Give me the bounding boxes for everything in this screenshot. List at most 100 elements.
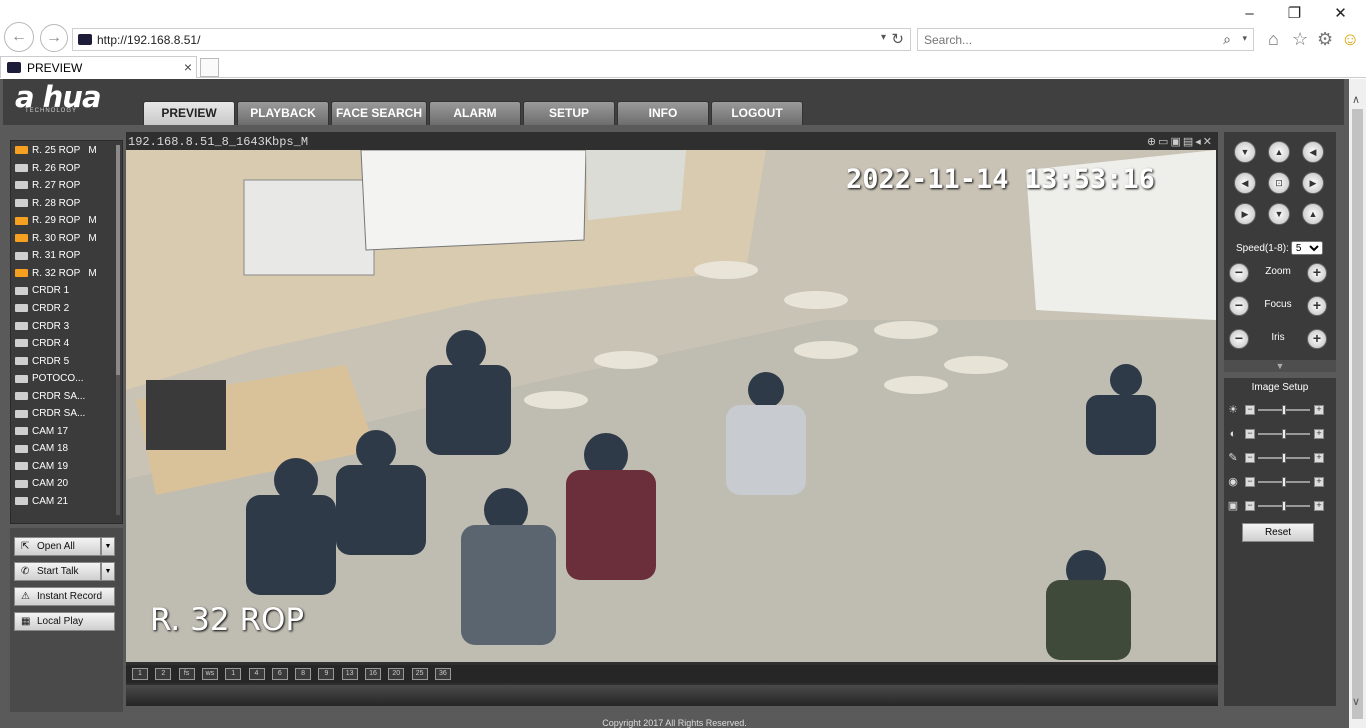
layout-button[interactable]: 36 <box>434 668 451 680</box>
chevron-down-icon[interactable]: ▾ <box>1242 33 1247 44</box>
hue-slider[interactable]: ◉ − + <box>1224 476 1336 490</box>
camera-item[interactable]: R. 31 ROP <box>15 250 88 266</box>
camera-item[interactable]: CRDR 3 <box>15 321 77 337</box>
smiley-icon[interactable]: ☺ <box>1341 29 1359 50</box>
slider-knob[interactable] <box>1282 501 1286 511</box>
menu-preview[interactable]: PREVIEW <box>143 101 235 125</box>
scrollbar-thumb[interactable] <box>1352 109 1363 719</box>
back-button[interactable]: ← <box>4 22 34 52</box>
gain-increase-button[interactable]: + <box>1314 501 1324 511</box>
brightness-decrease-button[interactable]: − <box>1245 405 1255 415</box>
camera-item[interactable]: CRDR 2 <box>15 303 77 319</box>
camera-item[interactable]: R. 27 ROP <box>15 180 88 196</box>
scroll-up-icon[interactable]: ∧ <box>1352 93 1360 106</box>
tab-preview[interactable]: PREVIEW × <box>0 56 197 78</box>
speaker-icon[interactable]: ◂ <box>1195 136 1203 148</box>
ptz-center-button[interactable]: ⊡ <box>1268 172 1290 194</box>
layout-button[interactable]: ws <box>201 668 218 680</box>
layout-button[interactable]: 1 <box>132 668 148 680</box>
camera-item[interactable]: R. 26 ROP <box>15 163 88 179</box>
slider-track[interactable] <box>1258 429 1310 439</box>
local-play-button[interactable]: ▦ Local Play <box>14 612 115 631</box>
camera-item[interactable]: R. 32 ROP M <box>15 268 97 284</box>
menu-logout[interactable]: LOGOUT <box>711 101 803 125</box>
brightness-slider[interactable]: ☀ − + <box>1224 404 1336 418</box>
camera-item[interactable]: CAM 21 <box>15 496 76 512</box>
camera-item[interactable]: R. 30 ROP M <box>15 233 97 249</box>
layout-button[interactable]: 16 <box>365 668 381 680</box>
menu-face-search[interactable]: FACE SEARCH <box>331 101 427 125</box>
ptz-down-right-button[interactable]: ▲ <box>1302 203 1324 225</box>
star-icon[interactable]: ☆ <box>1292 29 1308 50</box>
address-bar[interactable]: http://192.168.8.51/ ▾ ↻ <box>72 28 911 51</box>
layout-button[interactable]: 13 <box>341 668 358 680</box>
instant-record-button[interactable]: ⚠ Instant Record <box>14 587 115 606</box>
close-icon[interactable]: ✕ <box>1203 136 1214 148</box>
camera-item[interactable]: CRDR 4 <box>15 338 77 354</box>
slider-knob[interactable] <box>1282 453 1286 463</box>
close-icon[interactable]: × <box>184 59 192 75</box>
contrast-slider[interactable]: ◐ − + <box>1224 428 1336 442</box>
slider-track[interactable] <box>1258 477 1310 487</box>
menu-info[interactable]: INFO <box>617 101 709 125</box>
layout-button[interactable]: 25 <box>411 668 428 680</box>
saturation-increase-button[interactable]: + <box>1314 453 1324 463</box>
slider-knob[interactable] <box>1282 429 1286 439</box>
menu-alarm[interactable]: ALARM <box>429 101 521 125</box>
gain-decrease-button[interactable]: − <box>1245 501 1255 511</box>
camera-item[interactable]: CRDR SA... <box>15 408 93 424</box>
slider-track[interactable] <box>1258 501 1310 511</box>
gear-icon[interactable]: ⚙ <box>1317 29 1333 50</box>
ptz-collapse-toggle[interactable]: ▼ <box>1224 360 1336 372</box>
camera-item[interactable]: POTOCO... <box>15 373 92 389</box>
gain-slider[interactable]: ▣ − + <box>1224 500 1336 514</box>
search-icon[interactable]: ⌕ <box>1223 31 1231 48</box>
menu-setup[interactable]: SETUP <box>523 101 615 125</box>
layout-button[interactable]: 8 <box>295 668 312 680</box>
brightness-increase-button[interactable]: + <box>1314 405 1324 415</box>
ptz-up-button[interactable]: ▲ <box>1268 141 1290 163</box>
iris-plus-button[interactable]: + <box>1307 329 1327 349</box>
close-button[interactable]: ✕ <box>1318 0 1363 28</box>
start-talk-button[interactable]: ✆ Start Talk <box>14 562 101 581</box>
layout-button[interactable]: 9 <box>318 668 335 680</box>
camera-item[interactable]: CRDR 5 <box>15 356 77 372</box>
new-tab-button[interactable] <box>200 58 219 77</box>
minimize-button[interactable]: – <box>1227 0 1272 28</box>
video-feed[interactable]: 2022-11-14 13:53:16 R. 32 ROP <box>126 150 1216 662</box>
zoom-in-button[interactable]: + <box>1307 263 1327 283</box>
forward-button[interactable]: → <box>40 24 68 52</box>
zoom-out-button[interactable]: − <box>1229 263 1249 283</box>
camera-item[interactable]: R. 29 ROP M <box>15 215 97 231</box>
camera-item[interactable]: CRDR SA... <box>15 391 93 407</box>
slider-track[interactable] <box>1258 453 1310 463</box>
slider-knob[interactable] <box>1282 405 1286 415</box>
speed-select[interactable]: 12345678 <box>1290 241 1323 255</box>
start-talk-dropdown[interactable]: ▼ <box>101 562 115 581</box>
search-box[interactable]: ⌕ ▾ <box>917 28 1254 51</box>
refresh-icon[interactable]: ↻ <box>891 30 904 48</box>
ptz-down-button[interactable]: ▼ <box>1268 203 1290 225</box>
hue-decrease-button[interactable]: − <box>1245 477 1255 487</box>
camera-item[interactable]: CAM 18 <box>15 443 76 459</box>
camera-icon[interactable]: ▣ <box>1170 136 1182 148</box>
record-icon[interactable]: ▤ <box>1183 136 1195 148</box>
zoom-icon[interactable]: ⊕ <box>1147 136 1158 148</box>
layout-button[interactable]: 20 <box>388 668 405 680</box>
layout-button[interactable]: 1 <box>225 668 242 680</box>
window-icon[interactable]: ▭ <box>1158 136 1170 148</box>
ptz-down-left-button[interactable]: ▶ <box>1234 203 1256 225</box>
layout-button[interactable]: 2 <box>155 668 172 680</box>
open-all-button[interactable]: ⇱ Open All <box>14 537 101 556</box>
camera-item[interactable]: CRDR 1 <box>15 285 77 301</box>
camera-item[interactable]: CAM 19 <box>15 461 76 477</box>
ptz-right-button[interactable]: ▶ <box>1302 172 1324 194</box>
contrast-increase-button[interactable]: + <box>1314 429 1324 439</box>
search-input[interactable] <box>924 32 1214 48</box>
camera-item[interactable]: CAM 17 <box>15 426 76 442</box>
layout-button[interactable]: 6 <box>271 668 288 680</box>
scroll-down-icon[interactable]: ∨ <box>1352 695 1360 708</box>
reset-button[interactable]: Reset <box>1242 523 1314 542</box>
focus-minus-button[interactable]: − <box>1229 296 1249 316</box>
ptz-up-right-button[interactable]: ◀ <box>1302 141 1324 163</box>
